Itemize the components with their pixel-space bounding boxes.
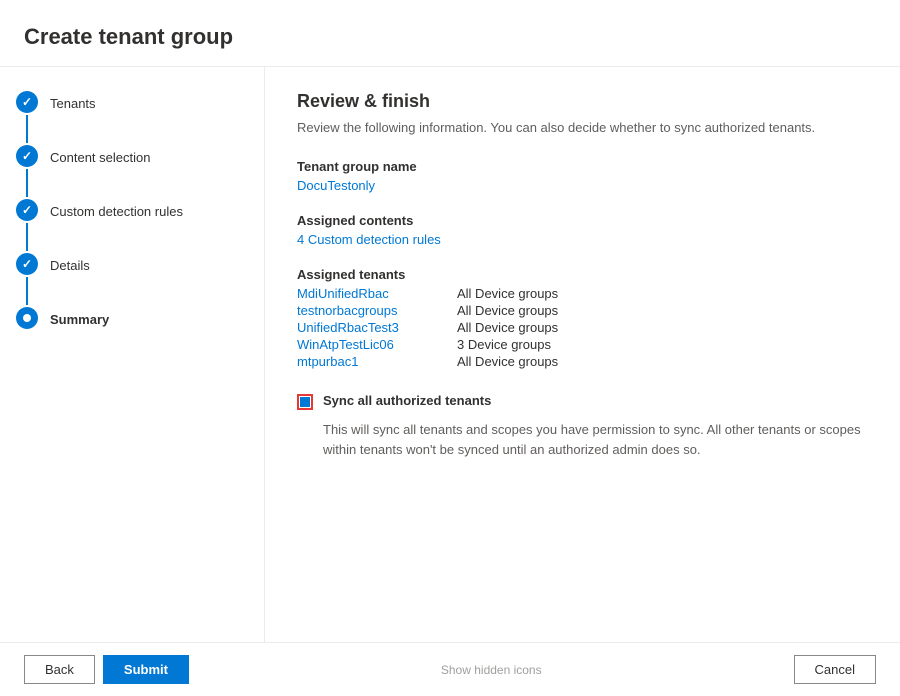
tenant-scope: 3 Device groups (457, 337, 551, 352)
step-label-custom-detection-rules: Custom detection rules (50, 199, 183, 223)
tenant-link[interactable]: testnorbacgroups (297, 303, 457, 318)
tenant-link[interactable]: WinAtpTestLic06 (297, 337, 457, 352)
sidebar-item-summary[interactable]: Summary (16, 307, 248, 331)
sync-label: Sync all authorized tenants (323, 393, 491, 408)
tenant-group-name-label: Tenant group name (297, 159, 868, 174)
step-label-content-selection: Content selection (50, 145, 150, 169)
step-label-summary: Summary (50, 307, 109, 331)
tenant-row: WinAtpTestLic063 Device groups (297, 337, 868, 352)
section-description: Review the following information. You ca… (297, 120, 868, 135)
tenant-row: UnifiedRbacTest3All Device groups (297, 320, 868, 335)
assigned-contents-label: Assigned contents (297, 213, 868, 228)
content-area: Review & finish Review the following inf… (265, 67, 900, 642)
page-title: Create tenant group (24, 24, 876, 50)
tenant-scope: All Device groups (457, 354, 558, 369)
sidebar-item-tenants[interactable]: ✓ Tenants (16, 91, 248, 145)
sidebar-item-details[interactable]: ✓ Details (16, 253, 248, 307)
sidebar: ✓ Tenants ✓ Content selection (0, 67, 265, 642)
step-label-details: Details (50, 253, 90, 277)
sync-description: This will sync all tenants and scopes yo… (323, 420, 868, 459)
step-circle-tenants: ✓ (16, 91, 38, 113)
back-button[interactable]: Back (24, 655, 95, 684)
assigned-tenants-block: Assigned tenants MdiUnifiedRbacAll Devic… (297, 267, 868, 369)
step-circle-custom-detection-rules: ✓ (16, 199, 38, 221)
tenant-link[interactable]: MdiUnifiedRbac (297, 286, 457, 301)
tenant-row: testnorbacgroupsAll Device groups (297, 303, 868, 318)
submit-button[interactable]: Submit (103, 655, 189, 684)
sidebar-item-custom-detection-rules[interactable]: ✓ Custom detection rules (16, 199, 248, 253)
step-label-tenants: Tenants (50, 91, 96, 115)
sync-checkbox[interactable] (297, 394, 315, 412)
tenant-list: MdiUnifiedRbacAll Device groupstestnorba… (297, 286, 868, 369)
assigned-contents-value[interactable]: 4 Custom detection rules (297, 232, 441, 247)
step-circle-details: ✓ (16, 253, 38, 275)
tenant-group-name-block: Tenant group name DocuTestonly (297, 159, 868, 193)
section-title: Review & finish (297, 91, 868, 112)
assigned-tenants-label: Assigned tenants (297, 267, 868, 282)
assigned-contents-block: Assigned contents 4 Custom detection rul… (297, 213, 868, 247)
tenant-link[interactable]: mtpurbac1 (297, 354, 457, 369)
sidebar-item-content-selection[interactable]: ✓ Content selection (16, 145, 248, 199)
step-circle-summary (16, 307, 38, 329)
tenant-group-name-value[interactable]: DocuTestonly (297, 178, 375, 193)
tenant-row: MdiUnifiedRbacAll Device groups (297, 286, 868, 301)
show-hidden-icons-label: Show hidden icons (441, 663, 542, 677)
tenant-scope: All Device groups (457, 286, 558, 301)
footer: Back Submit Show hidden icons Cancel (0, 642, 900, 696)
step-circle-content-selection: ✓ (16, 145, 38, 167)
cancel-button[interactable]: Cancel (794, 655, 876, 684)
sync-checkbox-section: Sync all authorized tenants This will sy… (297, 393, 868, 459)
tenant-scope: All Device groups (457, 303, 558, 318)
tenant-link[interactable]: UnifiedRbacTest3 (297, 320, 457, 335)
tenant-row: mtpurbac1All Device groups (297, 354, 868, 369)
tenant-scope: All Device groups (457, 320, 558, 335)
